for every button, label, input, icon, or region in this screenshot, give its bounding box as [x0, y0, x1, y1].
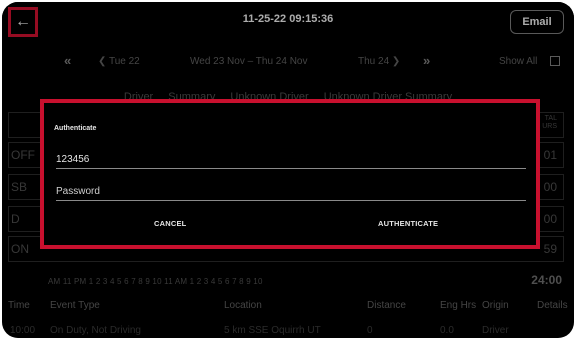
dialog-title: Authenticate — [54, 125, 97, 132]
password-field-wrapper — [56, 181, 526, 201]
cancel-button[interactable]: CANCEL — [154, 219, 186, 228]
username-field-wrapper — [56, 149, 526, 169]
username-input[interactable] — [56, 150, 526, 169]
device-screen: ← 11-25-22 09:15:36 Email « ❮ Tue 22 Wed… — [2, 2, 574, 338]
password-input[interactable] — [56, 182, 526, 201]
authenticate-dialog: Authenticate CANCEL AUTHENTICATE — [40, 99, 540, 249]
authenticate-button[interactable]: AUTHENTICATE — [378, 219, 438, 228]
